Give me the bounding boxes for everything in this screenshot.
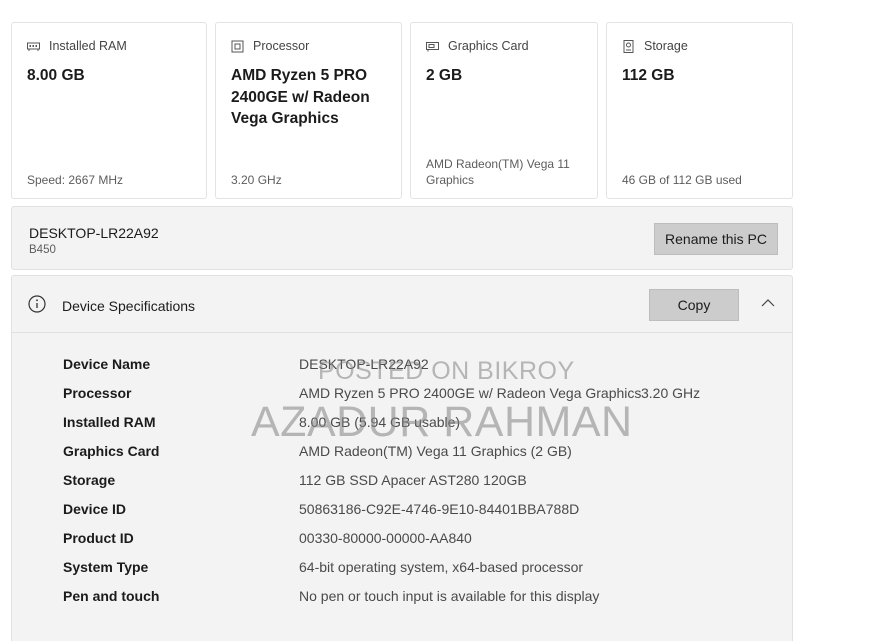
processor-card-title: Processor (253, 39, 310, 53)
processor-card-footer: 3.20 GHz (231, 173, 282, 187)
processor-card-header: Processor (231, 39, 389, 53)
ram-card-value: 8.00 GB (27, 67, 85, 84)
pc-name-bar: DESKTOP-LR22A92 B450 Rename this PC (11, 206, 793, 270)
chevron-up-icon[interactable] (761, 298, 775, 308)
pc-name: DESKTOP-LR22A92 (29, 225, 159, 241)
spec-value[interactable]: AMD Radeon(TM) Vega 11 Graphics (2 GB) (299, 443, 572, 459)
info-icon (28, 295, 46, 313)
graphics-card-value: 2 GB (426, 67, 463, 84)
spec-value[interactable]: 112 GB SSD Apacer AST280 120GB (299, 472, 527, 488)
spec-label: Pen and touch (63, 588, 160, 604)
processor-card-value: AMD Ryzen 5 PRO 2400GE w/ Radeon Vega Gr… (231, 67, 370, 127)
graphics-card-title: Graphics Card (448, 39, 529, 53)
graphics-card-header: Graphics Card (426, 39, 585, 53)
storage-card-footer: 46 GB of 112 GB used (622, 173, 742, 187)
spec-label: Device ID (63, 501, 127, 517)
spec-value[interactable]: DESKTOP-LR22A92 (299, 356, 429, 372)
spec-label: Processor (63, 385, 132, 401)
spec-value[interactable]: No pen or touch input is available for t… (299, 588, 599, 604)
device-specifications-panel: Device Specifications Copy Device Name D… (11, 275, 793, 641)
ram-icon (27, 42, 40, 51)
spec-value[interactable]: 00330-80000-00000-AA840 (299, 530, 472, 546)
spec-processor-speed[interactable]: 3.20 GHz (641, 385, 700, 401)
storage-card-value: 112 GB (622, 67, 675, 84)
spec-label: Product ID (63, 530, 134, 546)
storage-card: Storage 112 GB 46 GB of 112 GB used (606, 22, 793, 199)
rename-pc-button[interactable]: Rename this PC (654, 223, 778, 255)
spec-label: Storage (63, 472, 116, 488)
storage-card-header: Storage (622, 39, 780, 53)
spec-label: Device Name (63, 356, 151, 372)
device-specifications-header[interactable]: Device Specifications Copy (12, 276, 792, 333)
spec-value[interactable]: 64-bit operating system, x64-based proce… (299, 559, 583, 575)
storage-card-title: Storage (644, 39, 688, 53)
copy-button[interactable]: Copy (649, 289, 739, 321)
ram-card-footer: Speed: 2667 MHz (27, 173, 124, 187)
processor-icon (231, 40, 244, 52)
ram-card-header: Installed RAM (27, 39, 194, 53)
graphics-card-footer: AMD Radeon(TM) Vega 11 Graphics (426, 157, 570, 187)
graphics-card-icon (426, 41, 439, 51)
graphics-card: Graphics Card 2 GB AMD Radeon(TM) Vega 1… (410, 22, 598, 199)
spec-label: Graphics Card (63, 443, 160, 459)
spec-label: System Type (63, 559, 149, 575)
spec-value[interactable]: 50863186-C92E-4746-9E10-84401BBA788D (299, 501, 579, 517)
device-specifications-title: Device Specifications (62, 298, 196, 314)
spec-label: Installed RAM (63, 414, 156, 430)
spec-value[interactable]: 8.00 GB (5.94 GB usable) (299, 414, 460, 430)
pc-model: B450 (29, 244, 56, 256)
storage-icon (623, 39, 634, 53)
ram-card-title: Installed RAM (49, 39, 127, 53)
ram-card: Installed RAM 8.00 GB Speed: 2667 MHz (11, 22, 207, 199)
processor-card: Processor AMD Ryzen 5 PRO 2400GE w/ Rade… (215, 22, 402, 199)
spec-value[interactable]: AMD Ryzen 5 PRO 2400GE w/ Radeon Vega Gr… (299, 385, 641, 401)
